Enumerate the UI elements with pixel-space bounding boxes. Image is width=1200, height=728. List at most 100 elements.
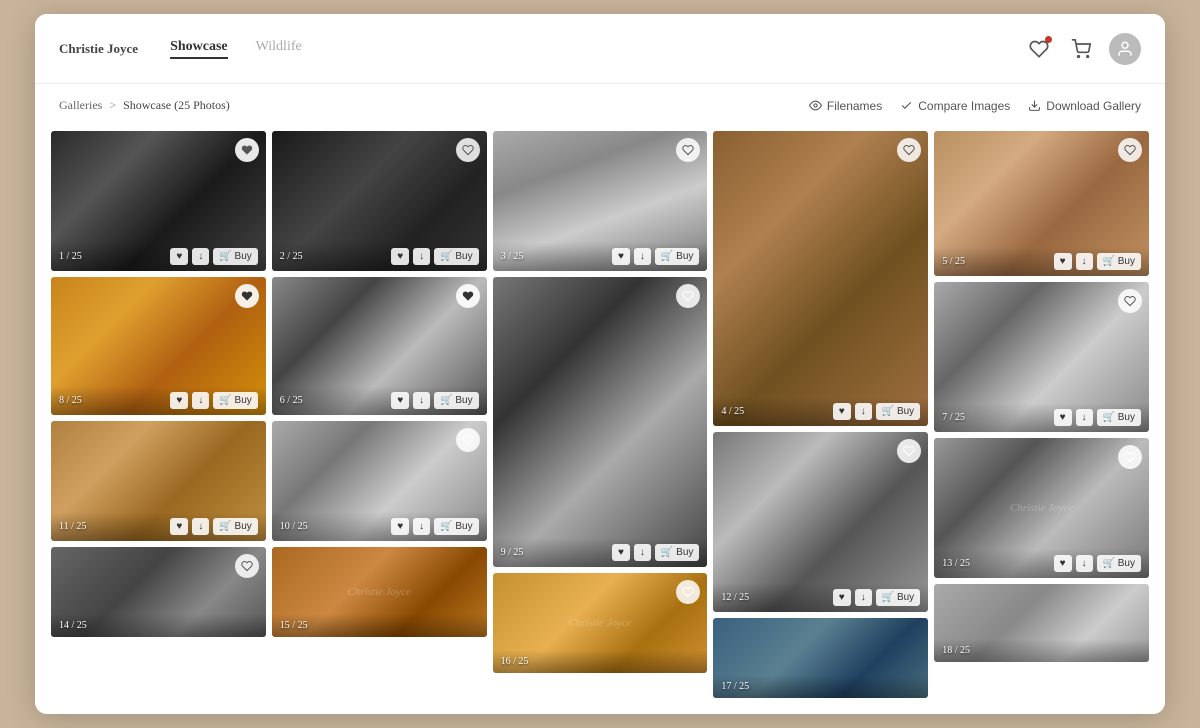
- breadcrumb-sep: >: [109, 98, 116, 112]
- heart-btn-gorilla[interactable]: [235, 554, 259, 578]
- photo-overlay-blue: 17 / 25: [713, 675, 928, 698]
- gallery-col-3: 4 / 25 ♥ ↓ 🛒 Buy: [713, 131, 928, 698]
- photo-gorilla[interactable]: 14 / 25: [51, 547, 266, 637]
- photo-last[interactable]: 18 / 25: [934, 584, 1149, 662]
- download-gallery-btn[interactable]: Download Gallery: [1028, 99, 1141, 113]
- photo-1[interactable]: 1 / 25 ♥ ↓ 🛒 Buy: [51, 131, 266, 271]
- like-btn-1[interactable]: ♥: [170, 248, 188, 265]
- nav-wildlife[interactable]: Wildlife: [256, 39, 302, 59]
- dl-btn-9[interactable]: ↓: [634, 544, 651, 561]
- photo-overlay-4: 4 / 25 ♥ ↓ 🛒 Buy: [713, 397, 928, 426]
- heart-icon-7: [1124, 295, 1136, 307]
- app-window: Christie Joyce Showcase Wildlife: [35, 14, 1165, 714]
- dl-btn-2[interactable]: ↓: [413, 248, 430, 265]
- dl-btn-12[interactable]: ↓: [855, 589, 872, 606]
- photo-11[interactable]: 11 / 25 ♥ ↓ 🛒 Buy: [51, 421, 266, 541]
- dl-btn-4[interactable]: ↓: [855, 403, 872, 420]
- photo-13[interactable]: 13 / 25 ♥ ↓ 🛒 Buy Christie Joyce: [934, 438, 1149, 578]
- heart-icon-3: [682, 144, 694, 156]
- photo-3[interactable]: 3 / 25 ♥ ↓ 🛒 Buy: [493, 131, 708, 271]
- eye-icon: [809, 99, 822, 112]
- heart-btn-8[interactable]: [235, 284, 259, 308]
- like-btn-10[interactable]: ♥: [391, 518, 409, 535]
- like-btn-12[interactable]: ♥: [833, 589, 851, 606]
- heart-btn-1[interactable]: [235, 138, 259, 162]
- heart-btn-7[interactable]: [1118, 289, 1142, 313]
- like-btn-5[interactable]: ♥: [1054, 253, 1072, 270]
- photo-actions-12: ♥ ↓ 🛒 Buy: [833, 589, 920, 606]
- photo-12[interactable]: 12 / 25 ♥ ↓ 🛒 Buy: [713, 432, 928, 612]
- photo-6[interactable]: 6 / 25 ♥ ↓ 🛒 Buy: [272, 277, 487, 415]
- dl-btn-3[interactable]: ↓: [634, 248, 651, 265]
- buy-btn-12[interactable]: 🛒 Buy: [876, 589, 920, 606]
- buy-btn-4[interactable]: 🛒 Buy: [876, 403, 920, 420]
- like-btn-13[interactable]: ♥: [1054, 555, 1072, 572]
- buy-btn-6[interactable]: 🛒 Buy: [434, 392, 478, 409]
- heart-btn-12[interactable]: [897, 439, 921, 463]
- filenames-btn[interactable]: Filenames: [809, 99, 882, 113]
- compare-btn[interactable]: Compare Images: [900, 99, 1010, 113]
- dl-btn-5[interactable]: ↓: [1076, 253, 1093, 270]
- like-btn-9[interactable]: ♥: [612, 544, 630, 561]
- like-btn-2[interactable]: ♥: [391, 248, 409, 265]
- buy-btn-13[interactable]: 🛒 Buy: [1097, 555, 1141, 572]
- heart-btn-13[interactable]: [1118, 445, 1142, 469]
- photo-overlay-gorilla: 14 / 25: [51, 614, 266, 637]
- favorites-icon-btn[interactable]: [1025, 35, 1053, 63]
- photo-num-lion-color: 16 / 25: [501, 656, 529, 667]
- buy-btn-10[interactable]: 🛒 Buy: [434, 518, 478, 535]
- dl-btn-10[interactable]: ↓: [413, 518, 430, 535]
- buy-btn-8[interactable]: 🛒 Buy: [213, 392, 257, 409]
- heart-btn-5[interactable]: [1118, 138, 1142, 162]
- heart-btn-4[interactable]: [897, 138, 921, 162]
- photo-actions-11: ♥ ↓ 🛒 Buy: [170, 518, 257, 535]
- like-btn-7[interactable]: ♥: [1054, 409, 1072, 426]
- buy-btn-7[interactable]: 🛒 Buy: [1097, 409, 1141, 426]
- buy-btn-3[interactable]: 🛒 Buy: [655, 248, 699, 265]
- buy-btn-11[interactable]: 🛒 Buy: [213, 518, 257, 535]
- nav-showcase[interactable]: Showcase: [170, 39, 228, 59]
- photo-actions-8: ♥ ↓ 🛒 Buy: [170, 392, 257, 409]
- photo-9[interactable]: 9 / 25 ♥ ↓ 🛒 Buy: [493, 277, 708, 567]
- user-avatar-btn[interactable]: [1109, 33, 1141, 65]
- photo-overlay-last: 18 / 25: [934, 639, 1149, 662]
- photo-num-gorilla: 14 / 25: [59, 620, 87, 631]
- photo-actions-2: ♥ ↓ 🛒 Buy: [391, 248, 478, 265]
- like-btn-3[interactable]: ♥: [612, 248, 630, 265]
- heart-icon-9: [682, 290, 694, 302]
- heart-btn-6[interactable]: [456, 284, 480, 308]
- photo-actions-9: ♥ ↓ 🛒 Buy: [612, 544, 699, 561]
- breadcrumb-bar: Galleries > Showcase (25 Photos) Filenam…: [35, 84, 1165, 127]
- dl-btn-11[interactable]: ↓: [192, 518, 209, 535]
- dl-btn-1[interactable]: ↓: [192, 248, 209, 265]
- heart-btn-10[interactable]: [456, 428, 480, 452]
- photo-blue[interactable]: 17 / 25: [713, 618, 928, 698]
- buy-btn-5[interactable]: 🛒 Buy: [1097, 253, 1141, 270]
- dl-btn-6[interactable]: ↓: [413, 392, 430, 409]
- like-btn-6[interactable]: ♥: [391, 392, 409, 409]
- photo-lionmane[interactable]: 15 / 25 Christie Joyce: [272, 547, 487, 637]
- buy-btn-1[interactable]: 🛒 Buy: [213, 248, 257, 265]
- photo-lion-color[interactable]: 16 / 25 Christie Joyce: [493, 573, 708, 673]
- like-btn-4[interactable]: ♥: [833, 403, 851, 420]
- photo-actions-1: ♥ ↓ 🛒 Buy: [170, 248, 257, 265]
- photo-5[interactable]: 5 / 25 ♥ ↓ 🛒 Buy: [934, 131, 1149, 276]
- cart-icon-btn[interactable]: [1067, 35, 1095, 63]
- dl-btn-7[interactable]: ↓: [1076, 409, 1093, 426]
- dl-btn-8[interactable]: ↓: [192, 392, 209, 409]
- breadcrumb-galleries[interactable]: Galleries: [59, 98, 102, 112]
- heart-btn-2[interactable]: [456, 138, 480, 162]
- photo-2[interactable]: 2 / 25 ♥ ↓ 🛒 Buy: [272, 131, 487, 271]
- photo-4[interactable]: 4 / 25 ♥ ↓ 🛒 Buy: [713, 131, 928, 426]
- notification-dot: [1045, 36, 1052, 43]
- photo-7[interactable]: 7 / 25 ♥ ↓ 🛒 Buy: [934, 282, 1149, 432]
- photo-8[interactable]: 8 / 25 ♥ ↓ 🛒 Buy: [51, 277, 266, 415]
- dl-btn-13[interactable]: ↓: [1076, 555, 1093, 572]
- photo-10[interactable]: 10 / 25 ♥ ↓ 🛒 Buy: [272, 421, 487, 541]
- main-nav: Showcase Wildlife: [170, 39, 1025, 59]
- buy-btn-9[interactable]: 🛒 Buy: [655, 544, 699, 561]
- like-btn-11[interactable]: ♥: [170, 518, 188, 535]
- like-btn-8[interactable]: ♥: [170, 392, 188, 409]
- heart-icon-4: [903, 144, 915, 156]
- buy-btn-2[interactable]: 🛒 Buy: [434, 248, 478, 265]
